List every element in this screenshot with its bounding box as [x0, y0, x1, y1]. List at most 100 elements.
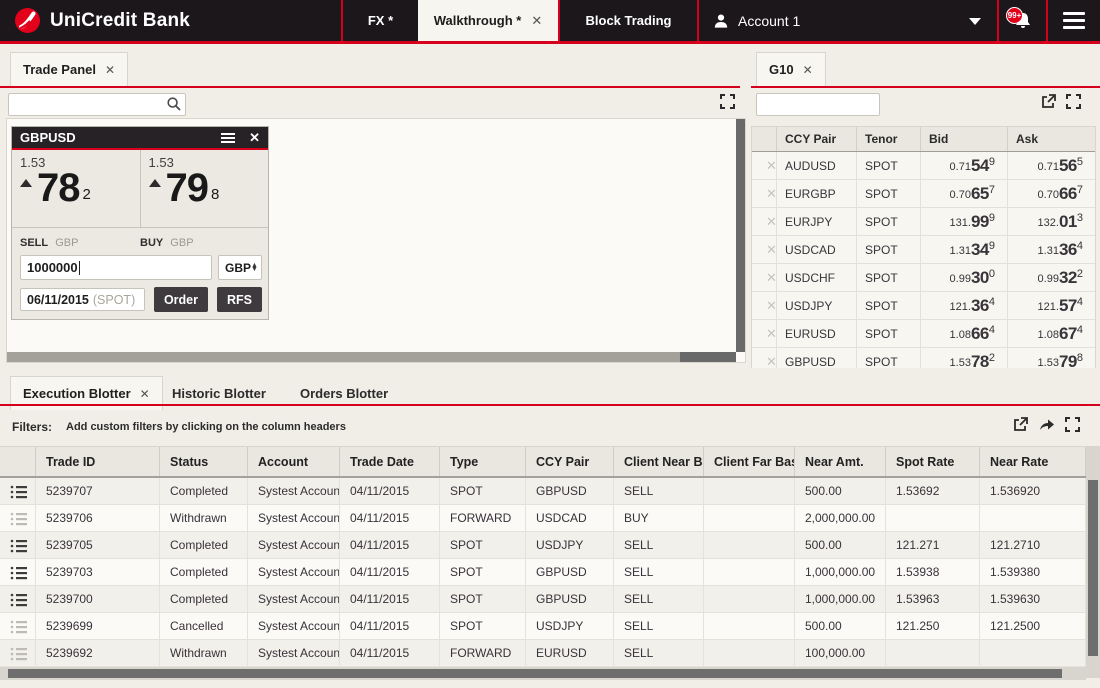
tab-historic-blotter[interactable]: Historic Blotter	[172, 386, 266, 401]
bid-price-cell[interactable]: 1.31 34 9	[921, 236, 1008, 263]
remove-row-icon[interactable]: ✕	[760, 326, 776, 342]
blotter-column-header[interactable]: Type	[440, 447, 526, 476]
currency-select[interactable]: GBP ▲ ▼	[218, 255, 262, 280]
account-cell: Systest Account	[248, 478, 340, 504]
row-actions-button[interactable]	[0, 505, 36, 531]
blotter-column-header[interactable]: Client Near Bas	[614, 447, 704, 476]
blotter-column-header[interactable]: Spot Rate	[886, 447, 980, 476]
remove-row-icon[interactable]: ✕	[760, 158, 776, 174]
blotter-column-header[interactable]: CCY Pair	[526, 447, 614, 476]
vertical-scrollbar[interactable]	[736, 119, 745, 352]
blotter-column-header[interactable]: Status	[160, 447, 248, 476]
bid-price-cell[interactable]: 1.08 66 4	[921, 320, 1008, 347]
bid-price-cell[interactable]: 0.99 30 0	[921, 264, 1008, 291]
bid-price-cell[interactable]: 131. 99 9	[921, 208, 1008, 235]
remove-row-icon[interactable]: ✕	[760, 354, 776, 369]
status-cell: Withdrawn	[160, 640, 248, 666]
menu-button[interactable]	[1046, 0, 1100, 41]
row-actions-button[interactable]	[0, 640, 36, 666]
g10-search-input[interactable]	[756, 93, 880, 116]
scrollbar-thumb[interactable]	[8, 669, 1062, 678]
buy-price-tile[interactable]: 1.53 79 8	[139, 150, 269, 227]
remove-row-icon[interactable]: ✕	[760, 298, 776, 314]
bid-price-cell[interactable]: 0.71 54 9	[921, 152, 1008, 179]
status-cell: Completed	[160, 586, 248, 612]
blotter-column-header[interactable]: Near Rate	[980, 447, 1086, 476]
blotter-column-header[interactable]: Account	[248, 447, 340, 476]
ask-price-cell[interactable]: 0.99 32 2	[1008, 264, 1095, 291]
share-icon[interactable]	[1038, 416, 1056, 434]
amount-input[interactable]: 1000000	[20, 255, 212, 280]
g10-column-header[interactable]: Tenor	[857, 127, 921, 151]
blotter-column-header[interactable]: Trade ID	[36, 447, 160, 476]
horizontal-scrollbar[interactable]	[7, 352, 736, 362]
remove-row-icon[interactable]: ✕	[760, 270, 776, 286]
tab-orders-blotter[interactable]: Orders Blotter	[300, 386, 388, 401]
tab-trade-panel[interactable]: Trade Panel ✕	[10, 52, 129, 86]
close-icon[interactable]: ✕	[803, 63, 813, 77]
remove-row-icon[interactable]: ✕	[760, 214, 776, 230]
ask-price-cell[interactable]: 121. 57 4	[1008, 292, 1095, 319]
header-tab-fx[interactable]: FX *	[341, 0, 418, 41]
table-row-5239706[interactable]: 5239706 Withdrawn Systest Account 04/11/201…	[0, 505, 1086, 532]
close-icon[interactable]: ✕	[531, 13, 542, 29]
popout-icon[interactable]	[1012, 416, 1030, 434]
table-row-5239692[interactable]: 5239692 Withdrawn Systest Account 04/11/201…	[0, 640, 1086, 667]
brand: UniCredit Bank	[0, 0, 341, 41]
blotter-column-header[interactable]: Client Far Base	[704, 447, 795, 476]
tab-g10[interactable]: G10 ✕	[756, 52, 826, 86]
blotter-vertical-scrollbar[interactable]	[1086, 446, 1100, 678]
header-tab-walkthrough[interactable]: Walkthrough * ✕	[418, 0, 558, 41]
ask-price-cell[interactable]: 0.71 56 5	[1008, 152, 1095, 179]
bid-price-cell[interactable]: 1.53 78 2	[921, 348, 1008, 368]
scrollbar-thumb[interactable]	[1088, 480, 1098, 656]
blotter-horizontal-scrollbar[interactable]	[0, 667, 1086, 680]
header-tab-block-trading[interactable]: Block Trading	[558, 0, 697, 41]
order-button[interactable]: Order	[153, 287, 208, 312]
widget-menu-icon[interactable]	[221, 132, 236, 143]
g10-column-header[interactable]: CCY Pair	[777, 127, 857, 151]
blotter-column-header[interactable]: Near Amt.	[795, 447, 886, 476]
row-actions-button[interactable]	[0, 559, 36, 585]
close-icon[interactable]: ✕	[105, 63, 115, 77]
remove-row-icon[interactable]: ✕	[760, 186, 776, 202]
rfs-button[interactable]: RFS	[217, 287, 262, 312]
g10-column-header[interactable]	[752, 127, 777, 151]
sell-price-tile[interactable]: 1.53 78 2	[12, 150, 140, 227]
value-date-input[interactable]: 06/11/2015 (SPOT)	[20, 288, 145, 311]
account-label: Account 1	[738, 12, 801, 29]
trade-panel-search-input[interactable]	[8, 93, 186, 116]
row-actions-button[interactable]	[0, 532, 36, 558]
table-row-5239703[interactable]: 5239703 Completed Systest Account 04/11/201…	[0, 559, 1086, 586]
expand-icon[interactable]	[719, 93, 737, 111]
ask-price-cell[interactable]: 1.53 79 8	[1008, 348, 1095, 369]
row-actions-button[interactable]	[0, 586, 36, 612]
ask-price-cell[interactable]: 132. 01 3	[1008, 208, 1095, 235]
client-far-base-cell	[704, 559, 795, 585]
blotter-column-header[interactable]: Trade Date	[340, 447, 440, 476]
g10-column-header[interactable]: Ask	[1008, 127, 1095, 151]
table-row-5239705[interactable]: 5239705 Completed Systest Account 04/11/201…	[0, 532, 1086, 559]
remove-row-icon[interactable]: ✕	[760, 242, 776, 258]
bid-price-cell[interactable]: 121. 36 4	[921, 292, 1008, 319]
table-row-5239699[interactable]: 5239699 Cancelled Systest Account 04/11/201…	[0, 613, 1086, 640]
g10-column-header[interactable]: Bid	[921, 127, 1008, 151]
blotter-column-header[interactable]	[0, 447, 36, 476]
bid-price-cell[interactable]: 0.70 65 7	[921, 180, 1008, 207]
widget-close-icon[interactable]: ✕	[249, 130, 260, 146]
row-actions-button[interactable]	[0, 478, 36, 504]
notifications-button[interactable]: 99+	[997, 0, 1046, 41]
expand-icon[interactable]	[1065, 93, 1083, 111]
expand-icon[interactable]	[1064, 416, 1082, 434]
popout-icon[interactable]	[1040, 93, 1058, 111]
row-actions-button[interactable]	[0, 613, 36, 639]
table-row-5239700[interactable]: 5239700 Completed Systest Account 04/11/201…	[0, 586, 1086, 613]
close-icon[interactable]: ✕	[140, 387, 150, 401]
ask-price-cell[interactable]: 1.31 36 4	[1008, 236, 1095, 263]
tenor-cell: SPOT	[857, 320, 921, 347]
ask-price-cell[interactable]: 1.08 67 4	[1008, 320, 1095, 347]
account-selector[interactable]: Account 1	[697, 0, 997, 41]
ask-price-cell[interactable]: 0.70 66 7	[1008, 180, 1095, 207]
scrollbar-thumb[interactable]	[680, 352, 736, 362]
table-row-5239707[interactable]: 5239707 Completed Systest Account 04/11/201…	[0, 478, 1086, 505]
